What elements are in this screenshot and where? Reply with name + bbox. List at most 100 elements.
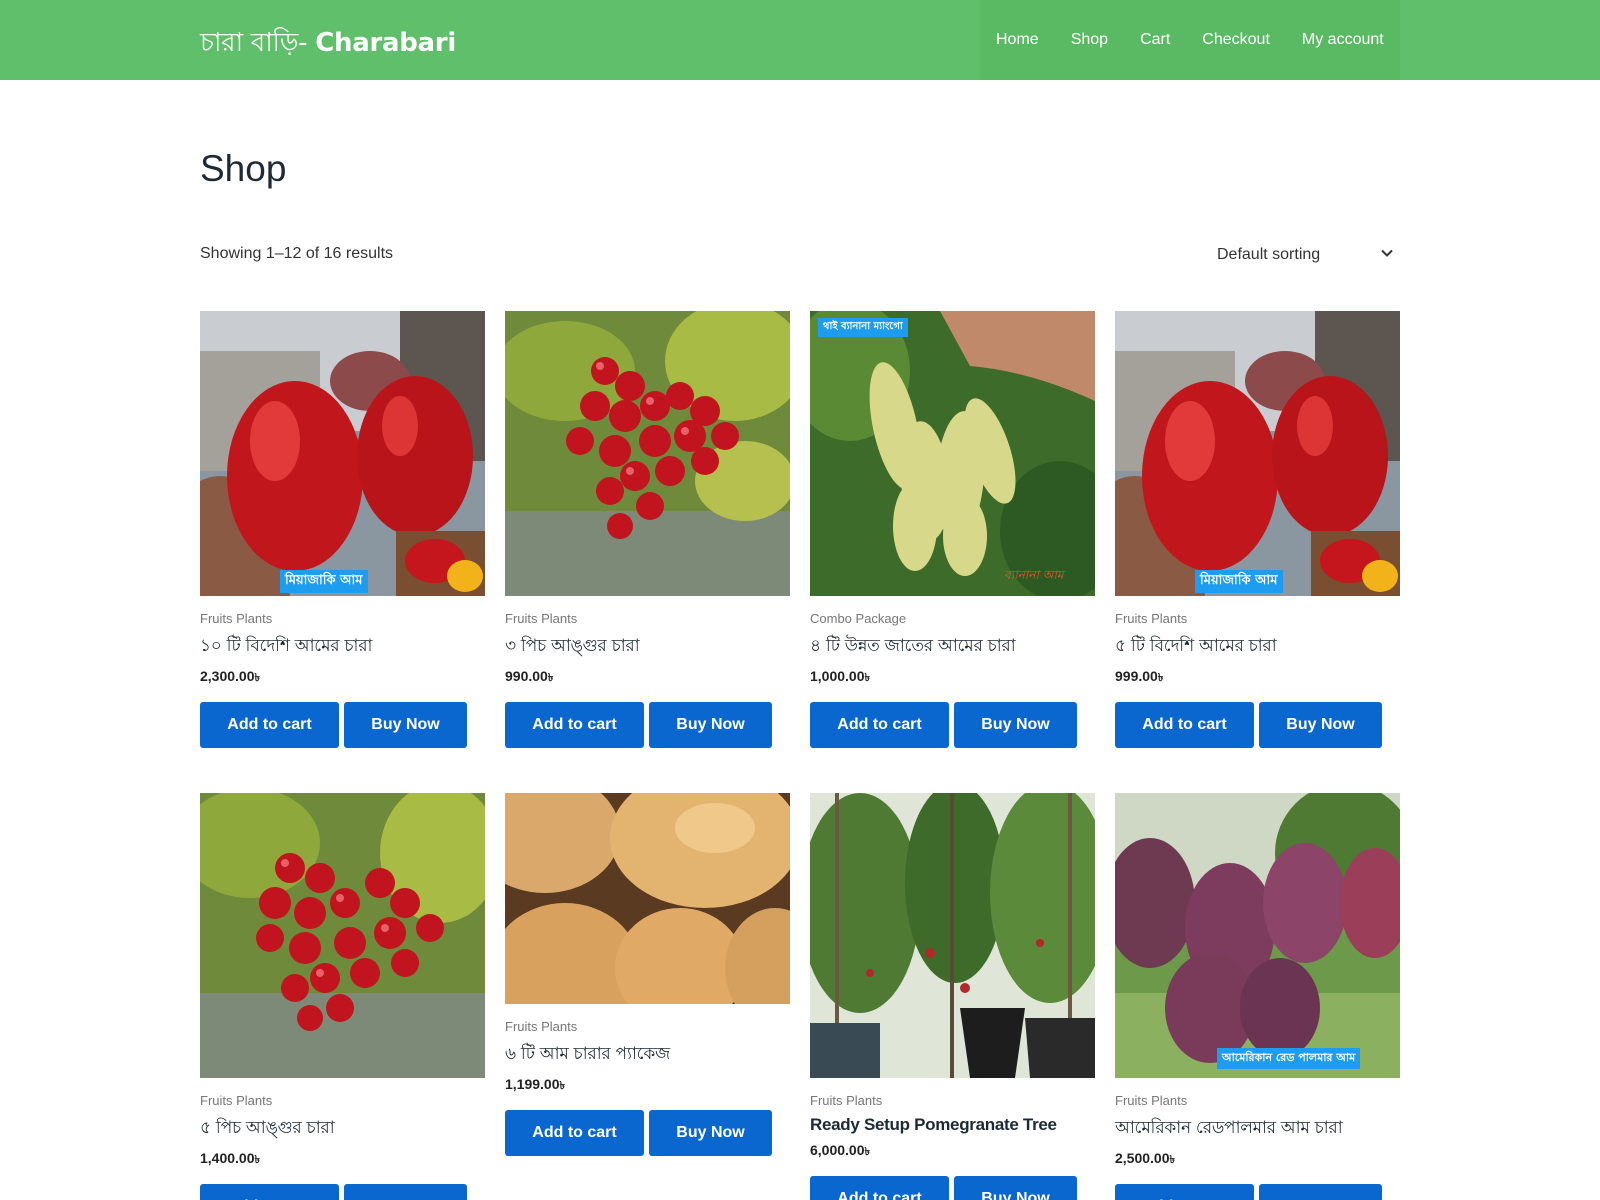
- currency-symbol: ৳: [559, 1080, 565, 1092]
- product-title[interactable]: Ready Setup Pomegranate Tree: [810, 1115, 1095, 1135]
- product-card: Fruits Plants ৬ টি আম চারার প্যাকেজ 1,19…: [505, 793, 790, 1156]
- product-image-label: মিয়াজাকি আম: [1195, 570, 1283, 593]
- currency-symbol: ৳: [864, 672, 870, 684]
- add-to-cart-button[interactable]: Add to cart: [1115, 1184, 1254, 1200]
- site-title-english[interactable]: Charabari: [315, 28, 456, 58]
- product-price: 1,199.00৳: [505, 1076, 790, 1096]
- product-category[interactable]: Fruits Plants: [505, 611, 790, 626]
- product-image[interactable]: আমেরিকান রেড পালমার আম: [1115, 793, 1400, 1078]
- sorting-select[interactable]: Default sorting: [1217, 240, 1400, 270]
- product-title[interactable]: ৬ টি আম চারার প্যাকেজ: [505, 1041, 790, 1069]
- buy-now-button[interactable]: Buy Now: [954, 702, 1077, 748]
- product-image-label: আমেরিকান রেড পালমার আম: [1217, 1048, 1361, 1069]
- product-image[interactable]: মিয়াজাকি আম: [200, 311, 485, 596]
- product-price: 1,000.00৳: [810, 668, 1095, 688]
- product-title[interactable]: ৪ টি উন্নত জাতের আমের চারা: [810, 633, 1095, 661]
- product-title[interactable]: ১০ টি বিদেশি আমের চারা: [200, 633, 485, 661]
- product-title[interactable]: আমেরিকান রেডপালমার আম চারা: [1115, 1115, 1400, 1143]
- mangoes-photo: [505, 793, 790, 1004]
- product-price: 990.00৳: [505, 668, 790, 688]
- product-image[interactable]: [505, 311, 790, 596]
- mango-photo: [1115, 311, 1400, 596]
- add-to-cart-button[interactable]: Add to cart: [810, 1176, 949, 1200]
- currency-symbol: ৳: [254, 672, 260, 684]
- currency-symbol: ৳: [1169, 1154, 1175, 1166]
- currency-symbol: ৳: [547, 672, 554, 684]
- add-to-cart-button[interactable]: Add to cart: [200, 1184, 339, 1200]
- product-card: Fruits Plants ৩ পিচ আঙ্গুর চারা 990.00৳ …: [505, 311, 790, 748]
- main-navigation: Home Shop Cart Checkout My account: [980, 0, 1400, 80]
- product-image[interactable]: মিয়াজাকি আম: [1115, 311, 1400, 596]
- add-to-cart-button[interactable]: Add to cart: [1115, 702, 1254, 748]
- product-category[interactable]: Fruits Plants: [1115, 1093, 1400, 1108]
- currency-symbol: ৳: [1157, 672, 1164, 684]
- sorting-selected-value: Default sorting: [1217, 246, 1321, 263]
- price-value: 2,500.00: [1115, 1150, 1170, 1166]
- product-category[interactable]: Fruits Plants: [1115, 611, 1400, 626]
- price-value: 999.00: [1115, 668, 1158, 684]
- product-image[interactable]: [810, 793, 1095, 1078]
- product-category[interactable]: Fruits Plants: [200, 1093, 485, 1108]
- product-card: মিয়াজাকি আম Fruits Plants ১০ টি বিদেশি …: [200, 311, 485, 748]
- mango-photo: [200, 311, 485, 596]
- buy-now-button[interactable]: Buy Now: [954, 1176, 1077, 1200]
- product-image-label: মিয়াজাকি আম: [280, 570, 368, 593]
- product-category[interactable]: Fruits Plants: [810, 1093, 1095, 1108]
- product-price: 999.00৳: [1115, 668, 1400, 688]
- page-title: Shop: [200, 148, 287, 189]
- buy-now-button[interactable]: Buy Now: [344, 702, 467, 748]
- price-value: 2,300.00: [200, 668, 255, 684]
- product-price: 6,000.00৳: [810, 1142, 1095, 1162]
- grapes-photo: [505, 311, 790, 596]
- product-image[interactable]: [200, 793, 485, 1078]
- result-count: Showing 1–12 of 16 results: [200, 245, 394, 262]
- buy-now-button[interactable]: Buy Now: [1259, 702, 1382, 748]
- price-value: 990.00: [505, 668, 548, 684]
- pomegranate-tree-photo: [810, 793, 1095, 1078]
- product-card: Fruits Plants Ready Setup Pomegranate Tr…: [810, 793, 1095, 1200]
- product-title[interactable]: ৫ পিচ আঙ্গুর চারা: [200, 1115, 485, 1143]
- product-price: 1,400.00৳: [200, 1150, 485, 1170]
- price-value: 1,400.00: [200, 1150, 255, 1166]
- nav-my-account[interactable]: My account: [1302, 31, 1384, 49]
- nav-cart[interactable]: Cart: [1140, 31, 1170, 49]
- product-category[interactable]: Fruits Plants: [200, 611, 485, 626]
- product-title[interactable]: ৩ পিচ আঙ্গুর চারা: [505, 633, 790, 661]
- product-card: মিয়াজাকি আম Fruits Plants ৫ টি বিদেশি আ…: [1115, 311, 1400, 748]
- product-image[interactable]: [505, 793, 790, 1004]
- product-category[interactable]: Fruits Plants: [505, 1019, 790, 1034]
- product-price: 2,500.00৳: [1115, 1150, 1400, 1170]
- buy-now-button[interactable]: Buy Now: [649, 1110, 772, 1156]
- price-value: 1,000.00: [810, 668, 865, 684]
- buy-now-button[interactable]: Buy Now: [649, 702, 772, 748]
- site-title[interactable]: চারা বাড়ি- Charabari: [200, 22, 456, 66]
- product-image-label: থাই ব্যানানা ম্যাংগো: [818, 318, 908, 337]
- red-palmer-mango-photo: [1115, 793, 1400, 1078]
- currency-symbol: ৳: [864, 1146, 870, 1158]
- site-header: চারা বাড়ি- Charabari Home Shop Cart Che…: [0, 0, 1600, 80]
- add-to-cart-button[interactable]: Add to cart: [505, 1110, 644, 1156]
- currency-symbol: ৳: [254, 1154, 260, 1166]
- price-value: 1,199.00: [505, 1076, 560, 1092]
- product-price: 2,300.00৳: [200, 668, 485, 688]
- nav-shop[interactable]: Shop: [1071, 31, 1108, 49]
- buy-now-button[interactable]: Buy Now: [1259, 1184, 1382, 1200]
- product-category[interactable]: Combo Package: [810, 611, 1095, 626]
- chevron-down-icon: [1381, 249, 1393, 257]
- nav-home[interactable]: Home: [996, 31, 1039, 49]
- add-to-cart-button[interactable]: Add to cart: [810, 702, 949, 748]
- nav-checkout[interactable]: Checkout: [1202, 31, 1270, 49]
- product-card: Fruits Plants ৫ পিচ আঙ্গুর চারা 1,400.00…: [200, 793, 485, 1200]
- add-to-cart-button[interactable]: Add to cart: [505, 702, 644, 748]
- grapes-photo: [200, 793, 485, 1078]
- price-value: 6,000.00: [810, 1142, 865, 1158]
- product-image-watermark: ব্যানানা আম: [1004, 568, 1064, 582]
- site-title-bangla[interactable]: চারা বাড়ি-: [200, 28, 315, 58]
- add-to-cart-button[interactable]: Add to cart: [200, 702, 339, 748]
- product-card: থাই ব্যানানা ম্যাংগো ব্যানানা আম Combo P…: [810, 311, 1095, 748]
- banana-mango-photo: [810, 311, 1095, 596]
- product-image[interactable]: থাই ব্যানানা ম্যাংগো ব্যানানা আম: [810, 311, 1095, 596]
- buy-now-button[interactable]: Buy Now: [344, 1184, 467, 1200]
- product-card: আমেরিকান রেড পালমার আম Fruits Plants আমে…: [1115, 793, 1400, 1200]
- product-title[interactable]: ৫ টি বিদেশি আমের চারা: [1115, 633, 1400, 661]
